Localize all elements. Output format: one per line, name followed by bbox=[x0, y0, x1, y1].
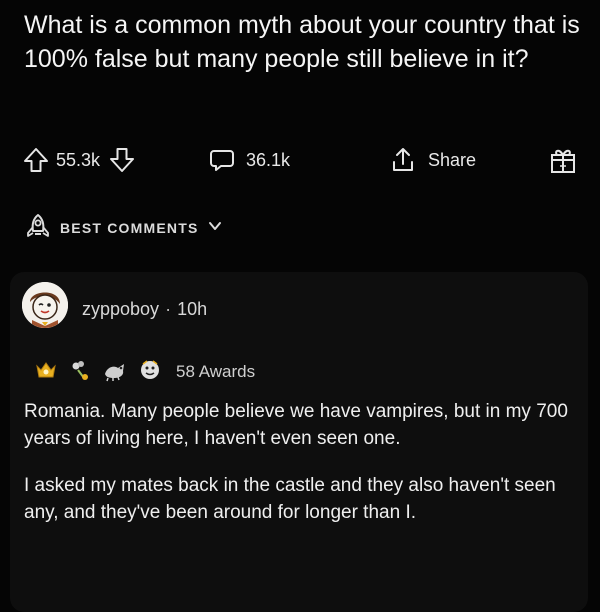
vote-group: 55.3k bbox=[22, 140, 136, 180]
post-title: What is a common myth about your country… bbox=[24, 11, 580, 73]
meta-separator: · bbox=[165, 299, 172, 319]
arrow-down-icon[interactable] bbox=[108, 146, 136, 174]
author-name[interactable]: zyppoboy bbox=[82, 299, 159, 319]
face-award-icon bbox=[138, 358, 162, 387]
upvote-count: 55.3k bbox=[56, 149, 101, 170]
comment-paragraph: I asked my mates back in the castle and … bbox=[24, 475, 556, 523]
avatar[interactable] bbox=[22, 282, 68, 328]
rocket-icon bbox=[24, 212, 52, 245]
share-label: Share bbox=[428, 149, 477, 170]
post-action-bar: 55.3k 36.1k Share bbox=[0, 140, 600, 180]
gift-icon bbox=[548, 145, 578, 175]
comment-meta: zyppoboy · 10h bbox=[82, 299, 207, 320]
sort-label: BEST COMMENTS bbox=[60, 220, 199, 236]
comments-button[interactable]: 36.1k bbox=[208, 140, 290, 180]
comment-paragraph: Romania. Many people believe we have vam… bbox=[24, 401, 568, 449]
chevron-down-icon bbox=[207, 218, 223, 239]
comment-count: 36.1k bbox=[246, 149, 291, 170]
animal-award-icon bbox=[102, 358, 128, 387]
flower-award-icon bbox=[68, 358, 92, 387]
comment-age: 10h bbox=[177, 299, 208, 319]
share-icon bbox=[390, 146, 416, 174]
award-gift-button[interactable] bbox=[548, 140, 578, 180]
share-button[interactable]: Share bbox=[390, 140, 476, 180]
arrow-up-icon[interactable] bbox=[22, 146, 50, 174]
comment-card: zyppoboy · 10h 58 Awards Romania. Many p… bbox=[10, 272, 588, 612]
speech-bubble-icon bbox=[208, 146, 236, 174]
comment-sort-dropdown[interactable]: BEST COMMENTS bbox=[24, 212, 223, 244]
awards-count: 58 Awards bbox=[176, 362, 256, 381]
crown-award-icon bbox=[34, 358, 58, 387]
awards-row[interactable]: 58 Awards bbox=[34, 356, 255, 388]
comment-body: Romania. Many people believe we have vam… bbox=[24, 398, 580, 546]
